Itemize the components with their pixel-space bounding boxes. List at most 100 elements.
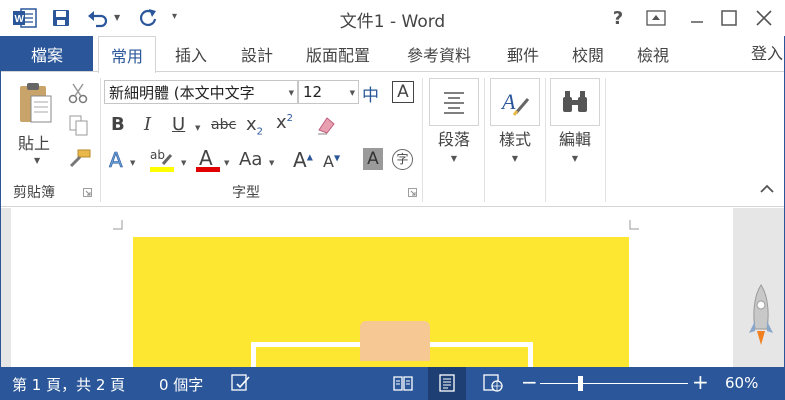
tab-view[interactable]: 檢視 xyxy=(637,36,669,72)
grow-font-arrow-icon: ▲ xyxy=(306,152,313,162)
zoom-slider-track[interactable] xyxy=(540,383,688,384)
bold-button[interactable]: B xyxy=(111,114,125,135)
font-color-swatch xyxy=(196,167,220,172)
sign-in-link[interactable]: 登入 xyxy=(751,40,783,64)
font-size-value: 12 xyxy=(303,83,323,101)
superscript-base: x xyxy=(276,112,287,133)
minimize-icon xyxy=(691,21,703,23)
clipboard-launcher-icon[interactable] xyxy=(83,188,92,197)
ribbon-tabs: 檔案 常用 插入 設計 版面配置 參考資料 郵件 校閱 檢視 登入 xyxy=(0,36,785,73)
copy-icon[interactable] xyxy=(68,114,90,136)
strikethrough-button[interactable]: abc xyxy=(211,117,236,133)
shrink-font-arrow-icon: ▼ xyxy=(333,153,341,163)
paragraph-label[interactable]: 段落 xyxy=(424,126,484,150)
print-layout-icon[interactable] xyxy=(437,374,457,392)
styles-button[interactable]: A xyxy=(490,78,540,126)
font-name-box[interactable]: 新細明體 (本文中文字 ▼ xyxy=(104,80,298,104)
web-layout-icon[interactable] xyxy=(483,374,503,392)
underline-dropdown-icon[interactable]: ▼ xyxy=(195,124,200,132)
change-case-button[interactable]: Aa xyxy=(239,149,262,170)
character-border-icon[interactable]: A xyxy=(392,81,414,103)
grow-font-letter: A xyxy=(293,148,307,172)
font-color-button[interactable]: A xyxy=(196,146,220,172)
tab-file[interactable]: 檔案 xyxy=(1,36,93,71)
font-name-dropdown-icon[interactable]: ▼ xyxy=(289,89,294,97)
tab-home[interactable]: 常用 xyxy=(98,36,157,73)
subscript-mark: 2 xyxy=(256,126,264,138)
text-effects-button[interactable]: A xyxy=(109,148,123,173)
superscript-mark: 2 xyxy=(286,113,294,124)
zoom-out-button[interactable]: − xyxy=(521,370,538,394)
zoom-in-button[interactable]: + xyxy=(692,370,709,394)
zoom-slider-thumb[interactable] xyxy=(577,376,583,391)
highlighter-pen-icon xyxy=(161,154,173,165)
ribbon-display-button[interactable] xyxy=(642,6,670,30)
paste-icon[interactable] xyxy=(17,80,53,126)
clear-formatting-icon[interactable] xyxy=(315,114,337,136)
editing-button[interactable] xyxy=(550,78,600,126)
zoom-level[interactable]: 60% xyxy=(725,374,758,392)
text-effects-dropdown-icon[interactable]: ▼ xyxy=(130,159,135,167)
styles-label[interactable]: 樣式 xyxy=(485,126,545,150)
font-size-box[interactable]: 12 ▼ xyxy=(298,80,359,104)
group-separator xyxy=(605,78,606,202)
title-bar: W ▼ ▾ 文件1 - Word ? xyxy=(0,0,785,36)
highlight-button[interactable]: ab xyxy=(150,148,176,172)
format-painter-icon[interactable] xyxy=(68,148,92,168)
margin-corner-mark xyxy=(629,220,639,230)
margin-corner-mark xyxy=(113,220,123,230)
editing-dropdown-icon[interactable]: ▼ xyxy=(545,154,605,163)
font-launcher-icon[interactable] xyxy=(408,188,417,197)
font-name-value: 新細明體 (本文中文字 xyxy=(109,83,255,102)
collapse-ribbon-icon[interactable] xyxy=(760,184,774,194)
status-bar: 第 1 頁，共 2 頁 0 個字 − + 60% xyxy=(0,367,785,400)
proofing-icon[interactable] xyxy=(231,374,251,392)
font-color-dropdown-icon[interactable]: ▼ xyxy=(224,159,229,167)
phonetic-guide-icon[interactable]: 中 xyxy=(362,81,379,106)
minimize-button[interactable] xyxy=(683,6,711,30)
document-area[interactable] xyxy=(1,208,784,368)
rocket-scroll-icon[interactable] xyxy=(747,283,775,353)
paragraph-icon xyxy=(444,92,464,114)
maximize-button[interactable] xyxy=(715,6,743,30)
cut-icon[interactable] xyxy=(67,82,89,104)
read-mode-icon[interactable] xyxy=(393,374,413,392)
maximize-icon xyxy=(721,10,737,26)
editing-label[interactable]: 編輯 xyxy=(545,126,605,150)
subscript-base: x xyxy=(246,114,257,135)
font-size-dropdown-icon[interactable]: ▼ xyxy=(350,89,355,97)
enclose-characters-button[interactable]: 字 xyxy=(392,149,413,170)
tab-layout[interactable]: 版面配置 xyxy=(306,36,370,72)
highlight-color-swatch xyxy=(150,167,174,172)
help-button[interactable]: ? xyxy=(604,6,632,30)
ribbon: 貼上 ▼ 剪貼簿 新細明體 (本文中文字 ▼ 12 ▼ 中 A B I U ▼ … xyxy=(1,71,784,207)
tab-design[interactable]: 設計 xyxy=(241,36,273,72)
tab-mailings[interactable]: 郵件 xyxy=(507,36,539,72)
tab-references[interactable]: 參考資料 xyxy=(407,36,471,72)
font-group-label: 字型 xyxy=(232,185,260,201)
change-case-dropdown-icon[interactable]: ▼ xyxy=(269,159,274,167)
grow-font-button[interactable]: A▲ xyxy=(293,148,313,172)
close-icon xyxy=(756,10,772,26)
binoculars-icon xyxy=(563,91,587,112)
shrink-font-button[interactable]: A▼ xyxy=(323,152,340,171)
highlight-dropdown-icon[interactable]: ▼ xyxy=(181,159,186,167)
paste-dropdown-icon[interactable]: ▼ xyxy=(34,156,40,165)
styles-dropdown-icon[interactable]: ▼ xyxy=(485,154,545,163)
paragraph-button[interactable] xyxy=(429,78,479,126)
underline-button[interactable]: U xyxy=(172,114,185,135)
paste-button-label[interactable]: 貼上 xyxy=(18,130,50,154)
close-button[interactable] xyxy=(750,6,778,30)
document-page[interactable] xyxy=(11,208,733,368)
italic-button[interactable]: I xyxy=(144,114,151,135)
subscript-button[interactable]: x2 xyxy=(246,114,263,138)
tab-insert[interactable]: 插入 xyxy=(175,36,207,72)
shrink-font-letter: A xyxy=(323,152,334,171)
tab-review[interactable]: 校閱 xyxy=(572,36,604,72)
page-count-status[interactable]: 第 1 頁，共 2 頁 xyxy=(12,374,125,395)
character-shading-button[interactable]: A xyxy=(363,148,383,170)
svg-text:A: A xyxy=(500,89,516,114)
word-count-status[interactable]: 0 個字 xyxy=(159,374,203,395)
paragraph-dropdown-icon[interactable]: ▼ xyxy=(424,154,484,163)
superscript-button[interactable]: x2 xyxy=(276,112,293,133)
